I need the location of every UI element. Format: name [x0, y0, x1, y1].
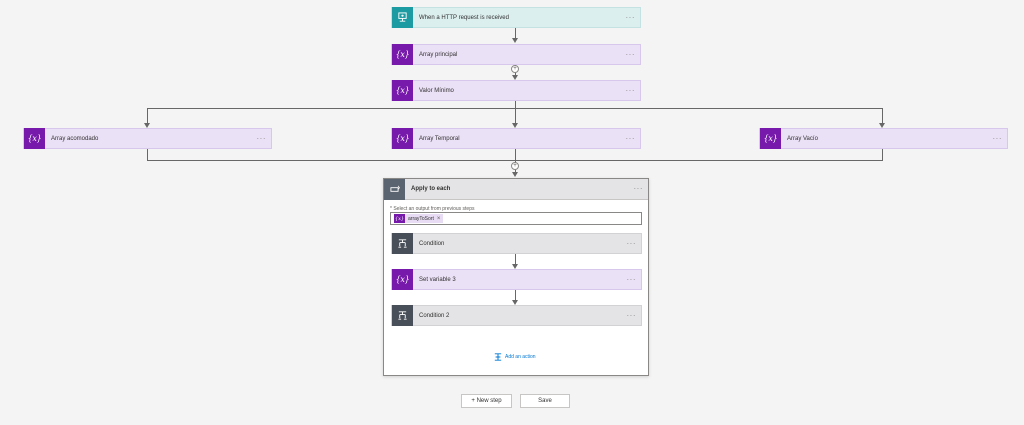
step-label: Array Vacío — [787, 135, 818, 142]
token-label: arrayToSort — [408, 215, 434, 222]
array-temporal-card[interactable]: {x} Array Temporal ··· — [391, 128, 641, 149]
add-action-label: Add an action — [505, 354, 536, 360]
more-options-icon[interactable]: ··· — [626, 50, 636, 59]
variable-icon: {x} — [392, 44, 413, 65]
dynamic-token[interactable]: {x} arrayToSort × — [394, 214, 444, 223]
more-options-icon[interactable]: ··· — [627, 311, 637, 320]
save-button[interactable]: Save — [520, 394, 570, 408]
more-options-icon[interactable]: ··· — [993, 134, 1003, 143]
more-options-icon[interactable]: ··· — [634, 185, 644, 193]
more-options-icon[interactable]: ··· — [627, 275, 637, 284]
variable-icon: {x} — [392, 128, 413, 149]
step-label: Set variable 3 — [419, 276, 456, 283]
add-action-icon — [494, 353, 502, 361]
trigger-label: When a HTTP request is received — [419, 14, 509, 21]
new-step-button[interactable]: + New step — [461, 394, 512, 408]
variable-icon: {x} — [392, 80, 413, 101]
variable-icon: {x} — [760, 128, 781, 149]
apply-to-each-label: Apply to each — [411, 186, 451, 192]
insert-step-icon[interactable]: + — [511, 65, 519, 73]
select-output-input[interactable]: {x} arrayToSort × — [390, 212, 642, 225]
condition-icon — [392, 233, 413, 254]
step-label: Condition 2 — [419, 312, 450, 319]
array-vacio-card[interactable]: {x} Array Vacío ··· — [759, 128, 1008, 149]
apply-to-each-scope: Apply to each ··· * Select an output fro… — [383, 178, 649, 376]
valor-minimo-card[interactable]: {x} Valor Mínimo ··· — [391, 80, 641, 101]
step-label: Array principal — [419, 51, 458, 58]
remove-token-icon[interactable]: × — [437, 216, 441, 222]
trigger-card[interactable]: When a HTTP request is received ··· — [391, 7, 641, 28]
variable-token-icon: {x} — [394, 214, 405, 223]
more-options-icon[interactable]: ··· — [257, 134, 267, 143]
step-label: Array Temporal — [419, 135, 460, 142]
http-request-icon — [392, 7, 413, 28]
more-options-icon[interactable]: ··· — [626, 13, 636, 22]
more-options-icon[interactable]: ··· — [626, 134, 636, 143]
condition-card[interactable]: Condition ··· — [391, 233, 642, 254]
insert-parallel-icon[interactable]: + — [511, 162, 519, 170]
add-action-link[interactable]: Add an action — [494, 353, 536, 361]
more-options-icon[interactable]: ··· — [626, 86, 636, 95]
condition-2-card[interactable]: Condition 2 ··· — [391, 305, 642, 326]
step-label: Array acomodado — [51, 135, 99, 142]
apply-to-each-header[interactable]: Apply to each ··· — [384, 178, 648, 200]
variable-icon: {x} — [392, 269, 413, 290]
step-label: Valor Mínimo — [419, 87, 454, 94]
set-variable-card[interactable]: {x} Set variable 3 ··· — [391, 269, 642, 290]
condition-icon — [392, 305, 413, 326]
array-acomodado-card[interactable]: {x} Array acomodado ··· — [23, 128, 272, 149]
variable-icon: {x} — [24, 128, 45, 149]
loop-icon — [384, 178, 405, 200]
array-principal-card[interactable]: {x} Array principal ··· — [391, 44, 641, 65]
more-options-icon[interactable]: ··· — [627, 239, 637, 248]
step-label: Condition — [419, 240, 445, 247]
